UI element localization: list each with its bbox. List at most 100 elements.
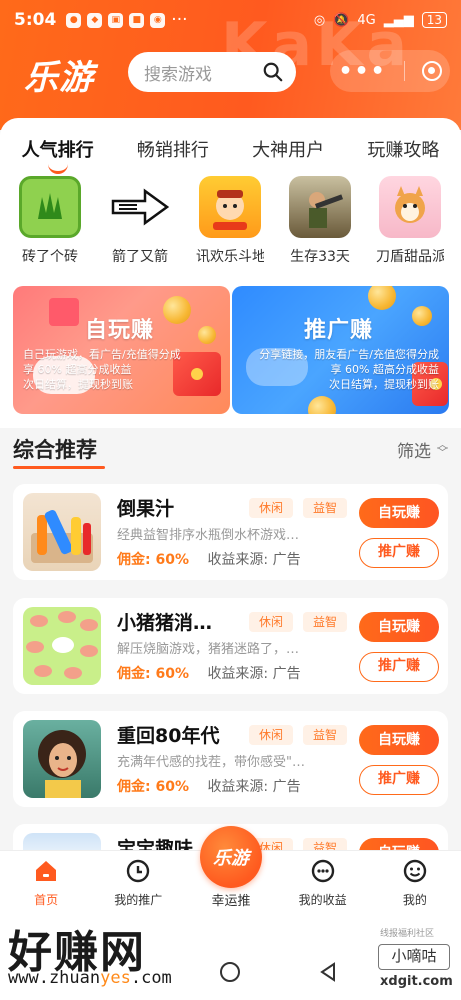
nav-label: 幸运推 bbox=[211, 894, 251, 909]
nav-label: 我的收益 bbox=[298, 893, 347, 907]
system-home-icon[interactable] bbox=[220, 962, 240, 982]
gift-icon bbox=[49, 298, 79, 326]
game-card[interactable]: 小猪猪消… 休闲 益智 解压烧脑游戏，猪猪迷路了，… 佣金: 60% 收益来源:… bbox=[13, 598, 448, 694]
retro-girl-icon bbox=[23, 720, 101, 798]
pigs-icon bbox=[23, 607, 101, 685]
promote-button[interactable]: 推广赚 bbox=[359, 538, 439, 568]
game-name: 箭了又箭 bbox=[112, 249, 168, 265]
app-logo: 乐游 bbox=[24, 58, 94, 98]
banner-line: 分享链接，朋友看广告/充值您得分成 bbox=[259, 348, 439, 361]
filter-label: 筛选 bbox=[397, 441, 431, 462]
search-icon[interactable] bbox=[262, 61, 284, 83]
tab-guides[interactable]: 玩赚攻略 bbox=[367, 136, 439, 168]
self-play-button[interactable]: 自玩赚 bbox=[359, 725, 439, 755]
self-play-button[interactable]: 自玩赚 bbox=[359, 612, 439, 642]
section-title: 综合推荐 bbox=[13, 434, 105, 469]
self-play-button[interactable]: 自玩赚 bbox=[359, 498, 439, 528]
tab-top-users[interactable]: 大神用户 bbox=[252, 136, 324, 168]
watermark-url-suffix: .com bbox=[130, 968, 172, 988]
commission: 佣金: 60% bbox=[117, 552, 189, 568]
tag-puzzle: 益智 bbox=[303, 612, 348, 632]
banner-line: 享 60% 超高分成收益 bbox=[23, 363, 132, 376]
more-menu-icon[interactable]: ••• bbox=[338, 59, 386, 84]
game-meta: 佣金: 60% 收益来源: 广告 bbox=[117, 663, 301, 683]
close-miniapp-icon[interactable] bbox=[421, 61, 442, 81]
wechat-icon: ◆ bbox=[87, 12, 103, 28]
revenue-source: 收益来源: 广告 bbox=[207, 779, 301, 795]
tab-popular[interactable]: 人气排行 bbox=[22, 136, 94, 174]
coin-icon bbox=[412, 306, 432, 326]
status-more-icon: ··· bbox=[171, 10, 188, 30]
promote-button[interactable]: 推广赚 bbox=[359, 652, 439, 682]
revenue-source: 收益来源: 广告 bbox=[207, 666, 301, 682]
shiba-dog-icon bbox=[379, 176, 441, 238]
revenue-source: 收益来源: 广告 bbox=[207, 552, 301, 568]
home-icon bbox=[36, 861, 57, 881]
watermark-url: www.zhuanyes.com bbox=[8, 968, 172, 988]
notification-app-icon: ● bbox=[66, 12, 82, 28]
watermark-small-caption: 线报福利社区 bbox=[380, 929, 435, 939]
soldier-icon bbox=[289, 176, 351, 238]
status-bar: 5:04 ● ◆ ▣ ■ ◉ ··· ◎ 🔕 4G ▂▄▆ 13 bbox=[0, 0, 461, 40]
nav-promotion[interactable]: 我的推广 bbox=[98, 858, 178, 908]
nav-label: 首页 bbox=[34, 893, 59, 907]
self-play-banner[interactable]: 自玩赚 自己玩游戏，看广告/充值得分成 享 60% 超高分成收益 次日结算，提现… bbox=[13, 286, 230, 414]
message-icon: ▣ bbox=[108, 12, 124, 28]
nav-home[interactable]: 首页 bbox=[6, 858, 86, 908]
search-input[interactable]: 搜索游戏 bbox=[128, 52, 296, 92]
nav-profile[interactable]: 我的 bbox=[375, 858, 455, 908]
coin-icon bbox=[308, 396, 336, 414]
tag-casual: 休闲 bbox=[249, 498, 294, 518]
lucky-center-button[interactable]: 乐游 bbox=[200, 826, 262, 888]
game-item[interactable]: 箭了又箭 bbox=[106, 176, 174, 272]
promotion-banner[interactable]: 推广赚 分享链接，朋友看广告/充值您得分成 享 60% 超高分成收益 次日结算，… bbox=[232, 286, 449, 414]
ranking-tabs: 人气排行 畅销排行 大神用户 玩赚攻略 bbox=[0, 132, 461, 174]
coin-icon bbox=[163, 296, 191, 324]
coin-icon bbox=[368, 286, 396, 310]
banner-title: 自玩赚 bbox=[85, 318, 155, 343]
game-title: 小猪猪消… bbox=[117, 612, 213, 634]
game-desc: 充满年代感的找茬，带你感受"… bbox=[117, 755, 305, 770]
banner-line: 享 60% 超高分成收益 bbox=[330, 363, 439, 376]
filter-button[interactable]: 筛选 ︿ ﹀ bbox=[397, 437, 448, 462]
network-label: 4G bbox=[357, 12, 376, 28]
game-name: 刀盾甜品派 bbox=[376, 249, 444, 265]
grass-tile-icon bbox=[19, 176, 81, 238]
game-item[interactable]: 生存33天 bbox=[286, 176, 354, 272]
game-desc: 解压烧脑游戏，猪猪迷路了，… bbox=[117, 642, 300, 657]
game-card[interactable]: 重回80年代 休闲 益智 充满年代感的找茬，带你感受"… 佣金: 60% 收益来… bbox=[13, 711, 448, 807]
nav-label: 我的推广 bbox=[114, 893, 163, 907]
eye-icon: ◎ bbox=[313, 12, 326, 28]
profile-icon bbox=[403, 859, 427, 883]
game-icon-row: 砖了个砖 箭了又箭 讯欢乐斗地主 生存33天 刀盾甜品派 bbox=[16, 176, 456, 272]
status-right: ◎ 🔕 4G ▂▄▆ 13 bbox=[314, 12, 447, 28]
game-item[interactable]: 砖了个砖 bbox=[16, 176, 84, 272]
system-back-icon[interactable] bbox=[318, 962, 338, 982]
game-meta: 佣金: 60% 收益来源: 广告 bbox=[117, 776, 301, 796]
watermark-small-logo: 小嘀咕 bbox=[378, 944, 450, 970]
banner-title: 推广赚 bbox=[304, 318, 374, 343]
tag-casual: 休闲 bbox=[249, 725, 294, 745]
commission: 佣金: 60% bbox=[117, 666, 189, 682]
nav-label: 我的 bbox=[402, 893, 427, 907]
game-card[interactable]: 倒果汁 休闲 益智 经典益智排序水瓶倒水杯游戏… 佣金: 60% 收益来源: 广… bbox=[13, 484, 448, 580]
watermark-url-prefix: www.zhuan bbox=[8, 968, 101, 988]
tag-puzzle: 益智 bbox=[303, 498, 348, 518]
commission: 佣金: 60% bbox=[117, 779, 189, 795]
game-item[interactable]: 讯欢乐斗地主 bbox=[196, 176, 264, 272]
banner-line: 次日结算，提现秒到账 bbox=[23, 378, 133, 391]
tab-bestseller[interactable]: 畅销排行 bbox=[137, 136, 209, 168]
nav-earnings[interactable]: 我的收益 bbox=[283, 858, 363, 908]
game-name: 砖了个砖 bbox=[22, 249, 78, 265]
mute-icon: 🔕 bbox=[333, 12, 350, 28]
banner-line: 自己玩游戏，看广告/充值得分成 bbox=[23, 348, 181, 361]
game-name: 讯欢乐斗地主 bbox=[196, 249, 264, 265]
landlord-character-icon bbox=[199, 176, 261, 238]
promote-button[interactable]: 推广赚 bbox=[359, 765, 439, 795]
game-item[interactable]: 刀盾甜品派 bbox=[376, 176, 444, 272]
game-meta: 佣金: 60% 收益来源: 广告 bbox=[117, 549, 301, 569]
camera-icon: ◉ bbox=[150, 12, 166, 28]
capsule-divider bbox=[403, 61, 405, 81]
arrow-maze-icon bbox=[109, 176, 171, 238]
sort-arrows-icon: ︿ ﹀ bbox=[437, 438, 448, 459]
